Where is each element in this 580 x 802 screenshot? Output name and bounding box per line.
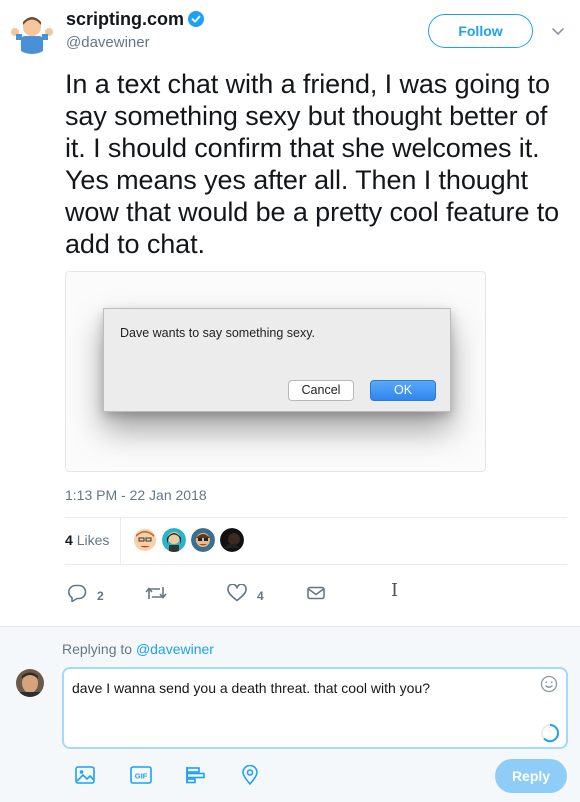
dialog-cancel-button: Cancel xyxy=(288,380,354,401)
loading-spinner-icon xyxy=(540,723,560,748)
retweet-action[interactable] xyxy=(145,584,167,607)
liker-avatar[interactable] xyxy=(133,528,157,552)
heart-icon[interactable] xyxy=(227,583,247,607)
envelope-icon[interactable] xyxy=(306,584,326,607)
reply-action[interactable]: 2 xyxy=(67,584,104,607)
like-count: 4 xyxy=(257,588,264,603)
likes-count: 4 xyxy=(65,532,73,548)
likes-stat[interactable]: 4 Likes xyxy=(65,532,109,548)
alert-dialog-screenshot: Dave wants to say something sexy. Cancel… xyxy=(103,308,451,412)
reply-composer: Replying to @davewiner dave I wanna send… xyxy=(0,626,580,802)
follow-button[interactable]: Follow xyxy=(428,14,533,48)
reply-textarea[interactable]: dave I wanna send you a death threat. th… xyxy=(62,667,568,749)
current-user-avatar xyxy=(16,669,44,697)
dialog-message: Dave wants to say something sexy. xyxy=(120,326,315,340)
author-handle[interactable]: @davewiner xyxy=(66,34,150,51)
like-action[interactable]: 4 xyxy=(227,583,264,607)
tweet-text: In a text chat with a friend, I was goin… xyxy=(65,69,560,259)
liker-avatar[interactable] xyxy=(220,528,244,552)
dialog-ok-button: OK xyxy=(370,380,436,401)
display-name-text[interactable]: scripting.com xyxy=(66,9,184,29)
reply-count: 2 xyxy=(97,588,104,603)
tweet-timestamp[interactable]: 1:13 PM - 22 Jan 2018 xyxy=(65,487,207,503)
divider xyxy=(120,518,121,564)
gif-icon[interactable]: GIF xyxy=(129,765,153,790)
reply-submit-button[interactable]: Reply xyxy=(495,759,567,793)
liker-avatar[interactable] xyxy=(162,528,186,552)
gif-icon-label: GIF xyxy=(135,772,148,781)
chevron-down-icon[interactable] xyxy=(551,24,565,42)
liker-avatar[interactable] xyxy=(191,528,215,552)
divider xyxy=(65,517,567,518)
author-display-name[interactable]: scripting.com xyxy=(66,9,205,32)
reply-icon[interactable] xyxy=(67,584,87,607)
reply-draft-text[interactable]: dave I wanna send you a death threat. th… xyxy=(72,680,430,696)
location-icon[interactable] xyxy=(240,764,260,790)
image-icon[interactable] xyxy=(74,765,96,790)
divider xyxy=(65,564,567,565)
replying-prefix: Replying to xyxy=(62,641,133,657)
likes-label: Likes xyxy=(76,532,110,548)
author-avatar[interactable] xyxy=(10,10,54,54)
replying-to: Replying to @davewiner xyxy=(62,641,214,657)
direct-message-action[interactable] xyxy=(306,584,326,607)
verified-badge-icon xyxy=(188,11,205,32)
emoji-icon[interactable] xyxy=(540,675,558,698)
poll-icon[interactable] xyxy=(184,765,206,790)
replying-handle-link[interactable]: @davewiner xyxy=(136,641,214,657)
tweet-media-image[interactable]: Dave wants to say something sexy. Cancel… xyxy=(65,271,486,472)
retweet-icon[interactable] xyxy=(145,584,167,607)
text-cursor-icon: I xyxy=(391,580,399,601)
